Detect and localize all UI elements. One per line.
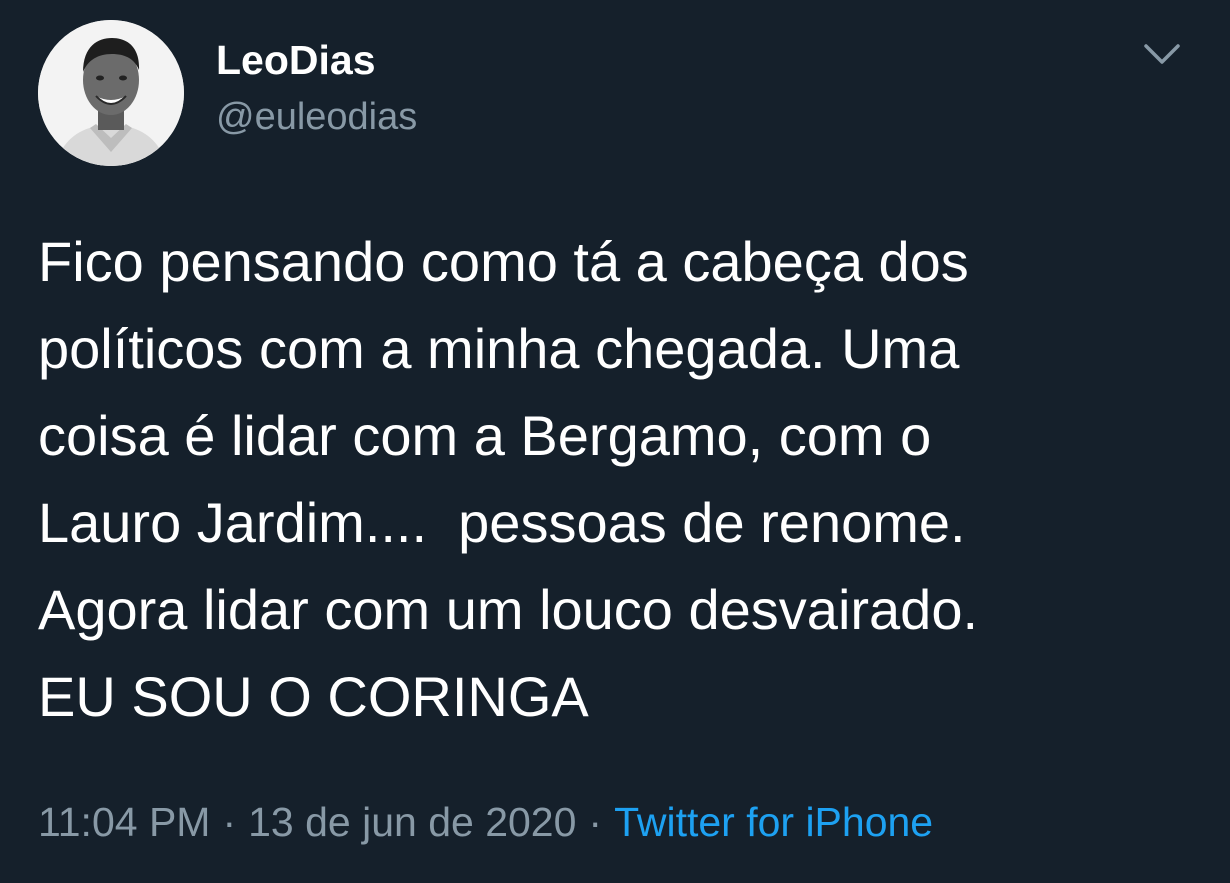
tweet-time[interactable]: 11:04 PM bbox=[38, 799, 210, 845]
profile-photo-icon bbox=[38, 20, 184, 166]
meta-separator: · bbox=[222, 799, 237, 845]
display-name[interactable]: LeoDias bbox=[216, 38, 376, 82]
meta-separator: · bbox=[588, 799, 603, 845]
user-handle[interactable]: @euleodias bbox=[216, 96, 417, 138]
tweet-text-line: EU SOU O CORINGA bbox=[38, 665, 589, 728]
avatar[interactable] bbox=[38, 20, 184, 166]
tweet-options-button[interactable] bbox=[1136, 36, 1188, 72]
tweet-text-line: Agora lidar com um louco desvairado. bbox=[38, 578, 979, 641]
chevron-down-icon bbox=[1144, 44, 1180, 64]
tweet-source-link[interactable]: Twitter for iPhone bbox=[614, 799, 933, 845]
tweet-text-line: coisa é lidar com a Bergamo, com o bbox=[38, 404, 932, 467]
tweet-text: Fico pensando como tá a cabeça dos polít… bbox=[38, 218, 1198, 740]
tweet-card: LeoDias @euleodias Fico pensando como tá… bbox=[0, 0, 1230, 883]
tweet-text-line: Lauro Jardim.... pessoas de renome. bbox=[38, 491, 966, 554]
tweet-text-line: políticos com a minha chegada. Uma bbox=[38, 317, 960, 380]
tweet-text-line: Fico pensando como tá a cabeça dos bbox=[38, 230, 969, 293]
tweet-meta: 11:04 PM · 13 de jun de 2020 · Twitter for i… bbox=[38, 798, 933, 846]
tweet-date[interactable]: 13 de jun de 2020 bbox=[248, 799, 576, 845]
